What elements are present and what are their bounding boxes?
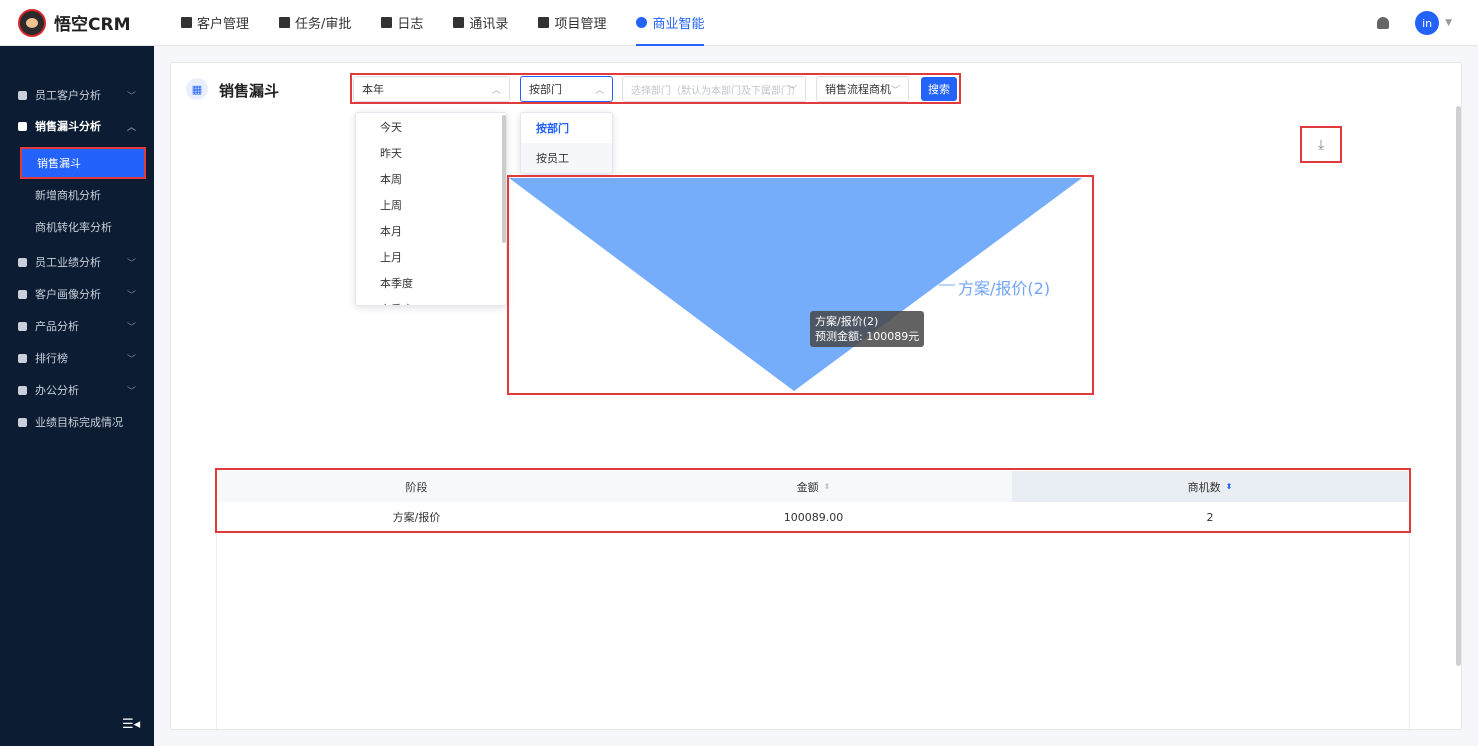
top-bar: 悟空CRM 客户管理 任务/审批 日志 通讯录 项目管理 商业智能 in ▼	[0, 0, 1478, 46]
nav-item-customer[interactable]: 客户管理	[166, 0, 264, 46]
sidebar-item-label: 销售漏斗分析	[35, 120, 101, 133]
building-icon	[181, 17, 192, 28]
nav-label: 日志	[397, 17, 424, 32]
page-title: 销售漏斗	[219, 82, 280, 100]
avatar[interactable]: in	[1415, 11, 1440, 35]
nav-item-contacts[interactable]: 通讯录	[438, 0, 523, 46]
bar-chart-icon	[18, 257, 27, 267]
logo-text: 悟空CRM	[54, 15, 131, 35]
chevron-up-icon: ︿	[126, 122, 136, 133]
trophy-icon	[18, 353, 27, 363]
sidebar-item-staff-customer[interactable]: 员工客户分析 ﹀	[0, 80, 154, 110]
filter-highlight	[350, 73, 961, 104]
bi-icon	[636, 17, 648, 28]
nav-label: 任务/审批	[295, 17, 352, 32]
user-icon	[18, 90, 27, 100]
nav-label: 商业智能	[652, 17, 705, 32]
nav-label: 通讯录	[469, 17, 509, 32]
time-range-dropdown: 今天 昨天 本周 上周 本月 上月 本季度 上季度	[355, 112, 507, 306]
sidebar-item-portrait[interactable]: 客户画像分析 ﹀	[0, 279, 154, 309]
chevron-down-icon[interactable]: ▼	[1445, 18, 1452, 28]
chevron-down-icon: ﹀	[126, 91, 136, 102]
briefcase-icon	[18, 385, 27, 395]
top-right: in ▼	[1377, 0, 1452, 46]
download-icon[interactable]: ⤓	[1300, 126, 1342, 163]
nav-label: 客户管理	[197, 17, 250, 32]
main-nav: 客户管理 任务/审批 日志 通讯录 项目管理 商业智能	[166, 0, 719, 46]
sidebar-subitem-new-opportunity[interactable]: 新增商机分析	[20, 179, 146, 211]
time-option-yesterday[interactable]: 昨天	[356, 140, 506, 166]
sidebar-item-label: 员工业绩分析	[35, 256, 101, 269]
box-icon	[18, 321, 27, 331]
group-option-department[interactable]: 按部门	[521, 113, 612, 143]
sidebar-item-label: 办公分析	[35, 384, 79, 397]
monkey-logo-icon	[18, 8, 46, 37]
chevron-down-icon: ﹀	[126, 290, 136, 301]
page-scrollbar[interactable]	[1456, 106, 1461, 666]
time-option-last-week[interactable]: 上周	[356, 192, 506, 218]
chevron-down-icon: ﹀	[126, 258, 136, 269]
sidebar-item-target[interactable]: 业绩目标完成情况	[0, 407, 154, 437]
funnel-icon	[18, 121, 27, 131]
sidebar-item-performance[interactable]: 员工业绩分析 ﹀	[0, 247, 154, 277]
chevron-down-icon: ﹀	[126, 386, 136, 397]
nav-item-bi[interactable]: 商业智能	[621, 0, 719, 46]
time-option-last-month[interactable]: 上月	[356, 244, 506, 270]
users-icon	[18, 289, 27, 299]
funnel-title-icon: ▦	[186, 78, 208, 100]
sidebar-subitem-funnel[interactable]: 销售漏斗	[20, 147, 146, 179]
sidebar-item-label: 员工客户分析	[35, 89, 101, 102]
dropdown-scrollbar[interactable]	[502, 115, 506, 243]
sidebar-item-label: 排行榜	[35, 352, 68, 365]
target-icon	[18, 417, 27, 427]
nav-item-project[interactable]: 项目管理	[523, 0, 621, 46]
time-option-this-week[interactable]: 本周	[356, 166, 506, 192]
group-by-dropdown: 按部门 按员工	[520, 112, 613, 174]
sidebar-item-office[interactable]: 办公分析 ﹀	[0, 375, 154, 405]
nav-item-log[interactable]: 日志	[366, 0, 438, 46]
chevron-down-icon: ﹀	[126, 322, 136, 333]
chevron-down-icon: ﹀	[126, 354, 136, 365]
sidebar-item-ranking[interactable]: 排行榜 ﹀	[0, 343, 154, 373]
time-option-this-month[interactable]: 本月	[356, 218, 506, 244]
contacts-icon	[453, 17, 465, 28]
log-icon	[381, 17, 393, 28]
bell-icon[interactable]	[1377, 17, 1390, 29]
group-option-employee[interactable]: 按员工	[521, 143, 612, 173]
collapse-menu-icon[interactable]: ☰◂	[122, 717, 140, 732]
sidebar-item-product[interactable]: 产品分析 ﹀	[0, 311, 154, 341]
time-option-today[interactable]: 今天	[356, 114, 506, 140]
sidebar-item-label: 客户画像分析	[35, 288, 101, 301]
sidebar-item-funnel-analysis[interactable]: 销售漏斗分析 ︿	[0, 111, 154, 141]
nav-label: 项目管理	[554, 17, 607, 32]
sidebar-item-label: 业绩目标完成情况	[35, 416, 123, 429]
chart-highlight	[507, 175, 1094, 395]
sidebar-subitem-conversion[interactable]: 商机转化率分析	[20, 211, 146, 243]
project-icon	[538, 17, 550, 28]
briefcase-icon	[279, 17, 291, 28]
time-option-last-quarter[interactable]: 上季度	[356, 296, 506, 305]
sidebar-item-label: 产品分析	[35, 320, 79, 333]
logo[interactable]: 悟空CRM	[0, 8, 154, 37]
nav-item-task[interactable]: 任务/审批	[264, 0, 366, 46]
sidebar: 员工客户分析 ﹀ 销售漏斗分析 ︿ 销售漏斗 新增商机分析 商机转化率分析 员工业绩…	[0, 46, 154, 746]
time-option-this-quarter[interactable]: 本季度	[356, 270, 506, 296]
table-highlight	[215, 468, 1411, 533]
